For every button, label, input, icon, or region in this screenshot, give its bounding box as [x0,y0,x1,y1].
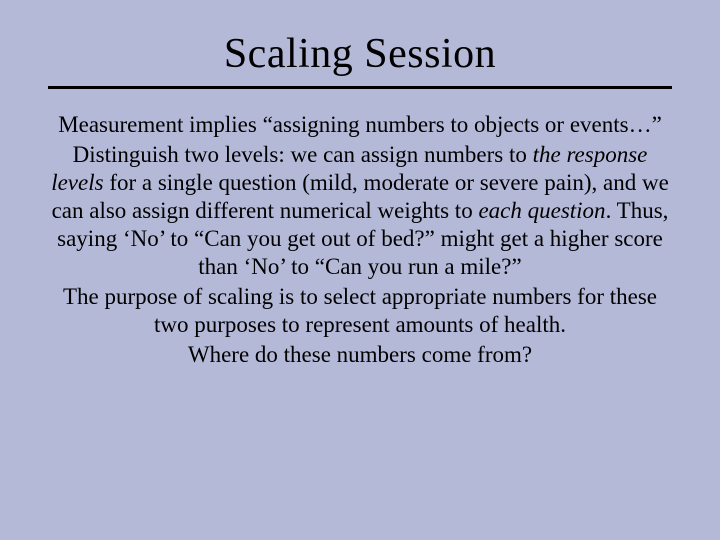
paragraph-3: The purpose of scaling is to select appr… [48,283,672,339]
p2-text-a: Distinguish two levels: we can assign nu… [73,142,533,167]
paragraph-4: Where do these numbers come from? [48,341,672,369]
slide-body: Measurement implies “assigning numbers t… [48,111,672,369]
title-underline [48,86,672,89]
p2-italic-each-question: each question [478,198,605,223]
slide: Scaling Session Measurement implies “ass… [0,0,720,540]
paragraph-2: Distinguish two levels: we can assign nu… [48,141,672,281]
slide-title: Scaling Session [48,30,672,78]
paragraph-1: Measurement implies “assigning numbers t… [48,111,672,139]
